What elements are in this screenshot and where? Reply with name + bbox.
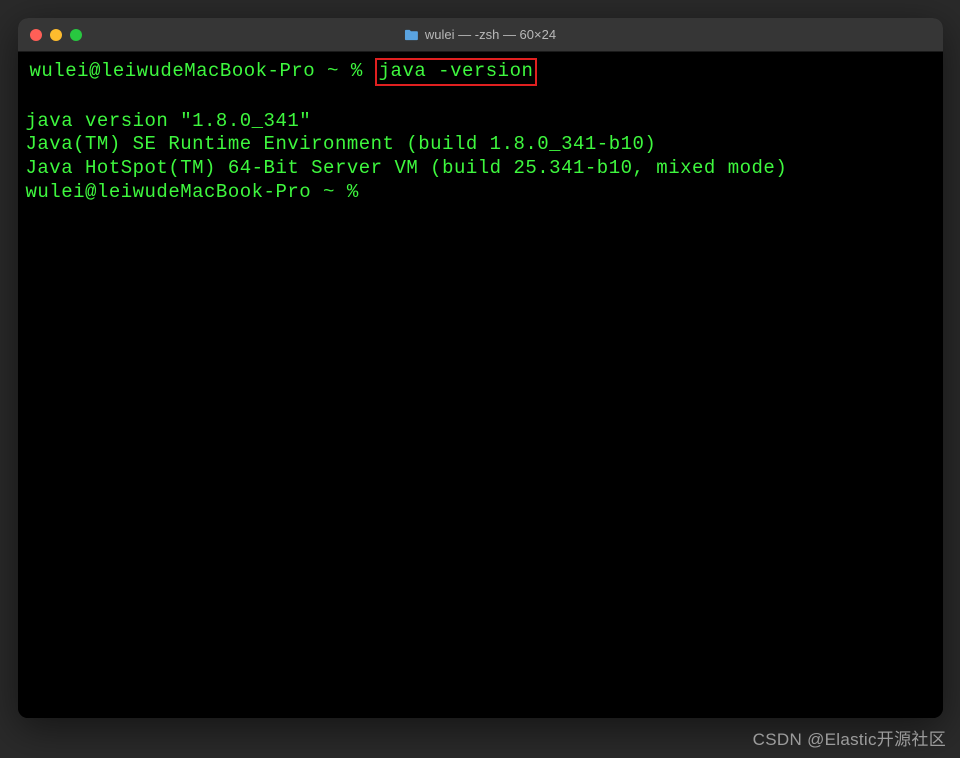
close-button[interactable]: [30, 29, 42, 41]
terminal-body[interactable]: wulei@leiwudeMacBook-Pro ~ % java -versi…: [18, 52, 943, 718]
minimize-button[interactable]: [50, 29, 62, 41]
output-line: java version "1.8.0_341": [26, 110, 312, 132]
maximize-button[interactable]: [70, 29, 82, 41]
title-bar: wulei — -zsh — 60×24: [18, 18, 943, 52]
highlighted-command: java -version: [375, 58, 538, 86]
folder-icon: [404, 29, 419, 41]
command-text: java -version: [379, 60, 534, 82]
output-line: Java HotSpot(TM) 64-Bit Server VM (build…: [26, 157, 788, 179]
output-line: Java(TM) SE Runtime Environment (build 1…: [26, 133, 657, 155]
shell-prompt: wulei@leiwudeMacBook-Pro ~ %: [30, 60, 375, 82]
shell-prompt: wulei@leiwudeMacBook-Pro ~ %: [26, 181, 371, 203]
window-title: wulei — -zsh — 60×24: [425, 27, 556, 42]
terminal-window: wulei — -zsh — 60×24 wulei@leiwudeMacBoo…: [18, 18, 943, 718]
traffic-lights: [30, 29, 82, 41]
watermark: CSDN @Elastic开源社区: [753, 725, 946, 750]
window-title-container: wulei — -zsh — 60×24: [404, 27, 556, 42]
